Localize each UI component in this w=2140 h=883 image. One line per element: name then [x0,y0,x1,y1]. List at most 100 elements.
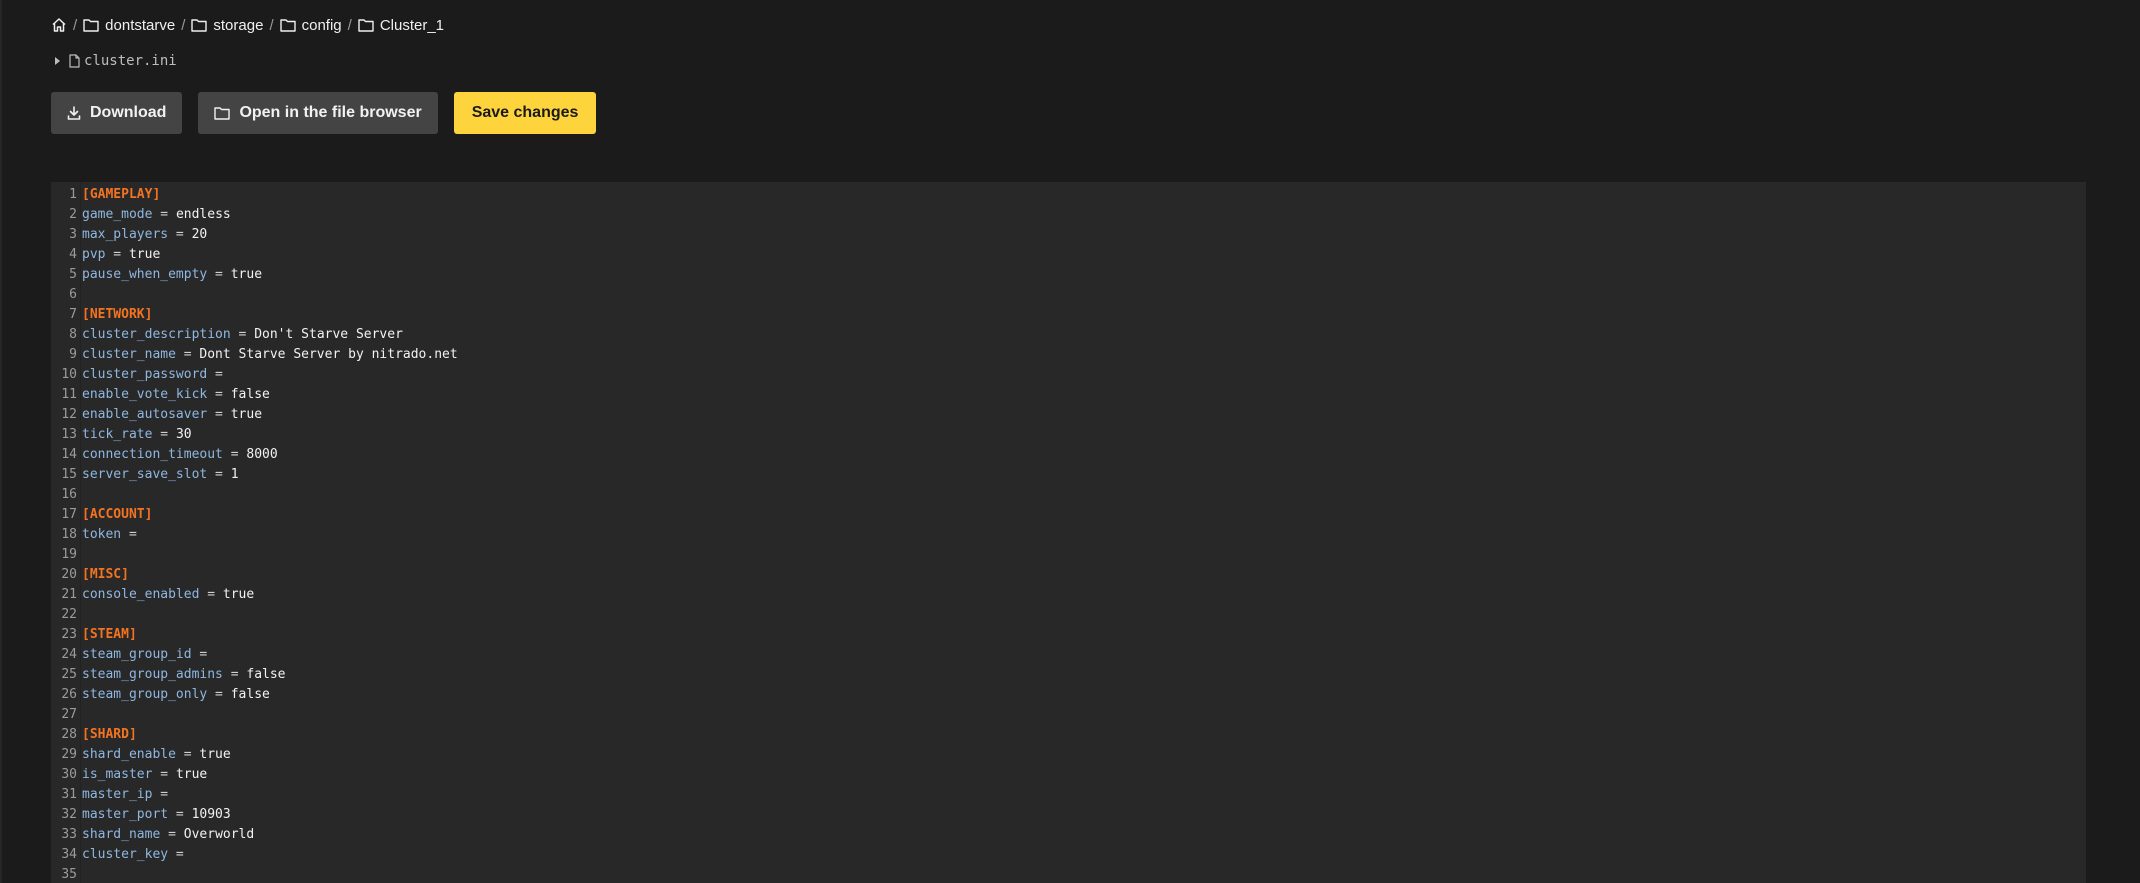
ini-section-header: [ACCOUNT] [82,507,153,522]
ini-operator: = [152,787,169,802]
code-line[interactable]: 25 steam_group_admins = false [51,665,286,685]
breadcrumb-separator: / [347,16,352,34]
line-content: [SHARD] [82,725,137,745]
line-number: 35 [61,867,77,882]
code-line[interactable]: 8 cluster_description = Don't Starve Serv… [51,325,403,345]
breadcrumb: / dontstarve / storage / config / Cluste… [51,13,444,37]
breadcrumb-item-config[interactable]: config [279,17,342,34]
code-line[interactable]: 15 server_save_slot = 1 [51,465,239,485]
code-line[interactable]: 31 master_ip = [51,785,168,805]
code-line[interactable]: 32 master_port = 10903 [51,805,231,825]
ini-key: is_master [82,767,153,782]
line-number: 28 [61,727,77,742]
code-line[interactable]: 16 [51,485,82,505]
ini-value: true [222,587,255,602]
ini-key: cluster_password [82,367,208,382]
code-line[interactable]: 14 connection_timeout = 8000 [51,445,278,465]
code-line[interactable]: 33 shard_name = Overworld [51,825,254,845]
line-content: master_port = 10903 [82,805,231,825]
code-line[interactable]: 18 token = [51,525,136,545]
download-label: Download [90,104,167,121]
ini-key: max_players [82,227,169,242]
ini-key: shard_name [82,827,161,842]
code-line[interactable]: 26 steam_group_only = false [51,685,270,705]
expand-caret-icon[interactable] [55,57,60,65]
code-line[interactable]: 10 cluster_password = [51,365,223,385]
line-content: pause_when_empty = true [82,265,262,285]
line-number: 21 [61,587,77,602]
code-line[interactable]: 29 shard_enable = true [51,745,230,765]
breadcrumb-item-cluster[interactable]: Cluster_1 [358,17,444,34]
breadcrumb-home[interactable] [51,17,67,33]
line-number: 11 [61,387,77,402]
open-file-browser-button[interactable]: Open in the file browser [198,92,438,134]
code-line[interactable]: 12 enable_autosaver = true [51,405,262,425]
download-icon [67,106,81,120]
code-line[interactable]: 28 [SHARD] [51,725,137,745]
file-name: cluster.ini [84,53,177,69]
code-line[interactable]: 2 game_mode = endless [51,205,231,225]
ini-operator: = [152,767,176,782]
ini-key: cluster_description [82,327,231,342]
download-button[interactable]: Download [51,92,183,134]
code-line[interactable]: 4 pvp = true [51,245,160,265]
folder-icon [83,19,99,32]
code-line[interactable]: 13 tick_rate = 30 [51,425,191,445]
ini-operator: = [168,807,192,822]
line-number: 34 [61,847,77,862]
code-line[interactable]: 19 [51,545,82,565]
line-number: 3 [69,227,77,242]
code-line[interactable]: 22 [51,605,82,625]
code-line[interactable]: 1 [GAMEPLAY] [51,185,160,205]
ini-value: false [246,667,286,682]
code-line[interactable]: 17 [ACCOUNT] [51,505,152,525]
line-content: cluster_password = [82,365,223,385]
line-content: enable_autosaver = true [82,405,262,425]
line-number: 20 [61,567,77,582]
code-editor[interactable]: 1 [GAMEPLAY] 2 game_mode = endless 3 max_play… [51,182,2086,883]
ini-value: endless [175,207,231,222]
code-line[interactable]: 27 [51,705,82,725]
code-line[interactable]: 34 cluster_key = [51,845,184,865]
ini-key: master_ip [82,787,153,802]
ini-value: 10903 [191,807,231,822]
code-line[interactable]: 7 [NETWORK] [51,305,152,325]
ini-operator: = [222,447,247,462]
ini-section-header: [STEAM] [82,627,137,642]
ini-value: 20 [191,227,208,242]
ini-value: 8000 [246,447,278,462]
line-number: 14 [61,447,77,462]
save-changes-button[interactable]: Save changes [453,92,597,134]
code-line[interactable]: 11 enable_vote_kick = false [51,385,270,405]
folder-icon [279,19,296,32]
ini-operator: = [168,847,184,862]
line-number: 4 [69,247,77,262]
ini-key: game_mode [82,207,153,222]
line-number: 5 [69,267,77,282]
line-number: 10 [61,367,77,382]
file-tree-item[interactable]: cluster.ini [55,52,177,70]
line-content: server_save_slot = 1 [82,465,239,485]
code-line[interactable]: 21 console_enabled = true [51,585,254,605]
code-line[interactable]: 9 cluster_name = Dont Starve Server by ni… [51,345,458,365]
code-line[interactable]: 23 [STEAM] [51,625,137,645]
code-line[interactable]: 5 pause_when_empty = true [51,265,262,285]
code-line[interactable]: 24 steam_group_id = [51,645,207,665]
breadcrumb-separator: / [269,16,274,34]
breadcrumb-item-dontstarve[interactable]: dontstarve [83,17,175,34]
line-content: enable_vote_kick = false [82,385,270,405]
line-number: 2 [69,207,77,222]
breadcrumb-item-storage[interactable]: storage [191,17,263,34]
ini-value: true [128,247,161,262]
ini-key: enable_vote_kick [82,387,208,402]
code-line[interactable]: 6 [51,285,82,305]
line-content: [GAMEPLAY] [82,185,160,205]
code-line[interactable]: 35 [51,865,82,883]
code-line[interactable]: 30 is_master = true [51,765,207,785]
ini-operator: = [168,227,192,242]
code-line[interactable]: 3 max_players = 20 [51,225,207,245]
code-line[interactable]: 20 [MISC] [51,565,129,585]
ini-operator: = [207,387,231,402]
toolbar: Download Open in the file browser Save c… [51,92,597,134]
ini-key: server_save_slot [82,467,208,482]
